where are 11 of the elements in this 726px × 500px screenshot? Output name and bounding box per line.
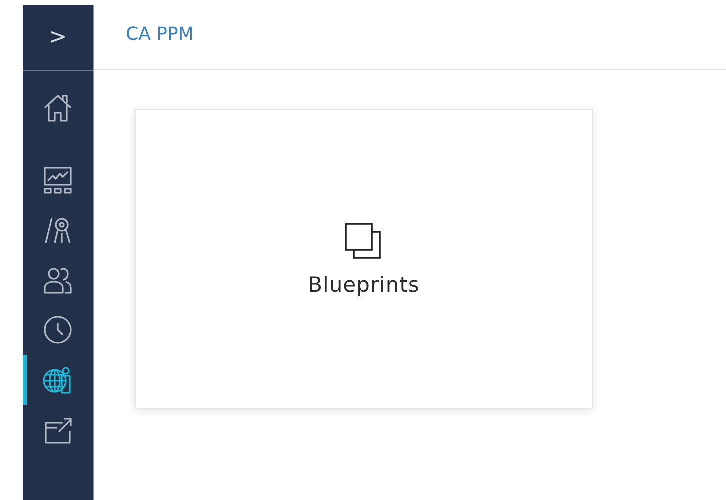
globe-person-icon [43,365,73,395]
app-title: CA PPM [126,24,194,45]
external-link-icon [43,415,73,445]
tile-label: Blueprints [308,273,420,297]
people-icon [43,265,73,295]
expand-toggle[interactable]: > [40,21,76,54]
map-pin-icon [43,215,73,245]
blueprints-tile[interactable]: Blueprints [135,109,593,409]
clock-icon [43,315,73,345]
dashboard-icon [43,165,73,195]
home-icon [43,93,73,123]
